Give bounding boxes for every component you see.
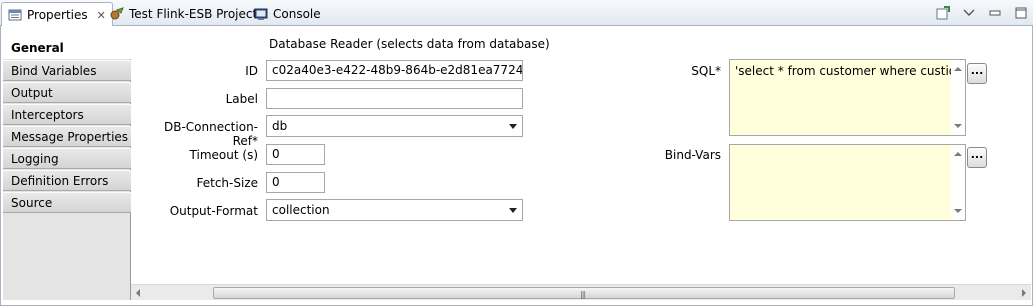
nav-item-message-properties[interactable]: Message Properties xyxy=(3,126,131,147)
nav-item-interceptors[interactable]: Interceptors xyxy=(3,104,131,125)
view-tab-bar: Properties ✕ Test Flink-ESB Project Cons… xyxy=(0,0,1033,27)
output-format-label: Output-Format xyxy=(169,204,258,218)
horizontal-scrollbar[interactable]: ||| xyxy=(131,284,1031,300)
section-nav: General Bind Variables Output Intercepto… xyxy=(3,38,132,300)
console-icon xyxy=(254,7,268,21)
db-connection-label: DB-Connection-Ref* xyxy=(163,120,258,148)
id-field[interactable]: c02a40e3-e422-48b9-864b-e2d81ea77246 xyxy=(266,60,523,81)
bind-vars-browse-button[interactable]: ... xyxy=(967,147,987,168)
sql-text: 'select * from customer where custid=?' xyxy=(735,64,979,78)
project-icon xyxy=(110,7,124,21)
section-heading: Database Reader (selects data from datab… xyxy=(269,37,550,51)
label-field[interactable] xyxy=(266,88,523,109)
bind-vars-scrollbar[interactable] xyxy=(951,145,965,220)
db-connection-value: db xyxy=(272,119,288,133)
nav-item-definition-errors[interactable]: Definition Errors xyxy=(3,170,131,191)
sql-label: SQL* xyxy=(691,64,721,78)
tab-label: Properties xyxy=(27,8,88,22)
properties-panel: General Bind Variables Output Intercepto… xyxy=(0,26,1033,306)
timeout-field[interactable]: 0 xyxy=(266,144,325,165)
output-format-select[interactable]: collection xyxy=(266,199,523,221)
view-toolbar xyxy=(935,3,1029,23)
tab-label: Test Flink-ESB Project xyxy=(129,7,258,21)
sql-editor[interactable]: 'select * from customer where custid=?' xyxy=(729,59,979,136)
label-label: Label xyxy=(225,92,258,106)
tab-console[interactable]: Console xyxy=(248,2,327,26)
fetch-size-label: Fetch-Size xyxy=(196,176,259,190)
scrollbar-thumb[interactable]: ||| xyxy=(213,287,955,299)
tab-properties[interactable]: Properties ✕ xyxy=(1,2,113,27)
fetch-size-field[interactable]: 0 xyxy=(266,172,325,193)
db-connection-select[interactable]: db xyxy=(266,115,523,137)
bind-vars-editor[interactable] xyxy=(729,144,966,221)
tab-label: Console xyxy=(273,7,321,21)
minimize-icon[interactable] xyxy=(987,5,1003,21)
nav-item-output[interactable]: Output xyxy=(3,82,131,103)
timeout-label: Timeout (s) xyxy=(189,148,258,162)
nav-item-logging[interactable]: Logging xyxy=(3,148,131,169)
nav-item-source[interactable]: Source xyxy=(3,192,131,213)
properties-view-icon xyxy=(8,8,22,22)
chevron-down-icon xyxy=(509,124,517,129)
id-label: ID xyxy=(245,64,258,78)
pin-icon[interactable] xyxy=(935,5,951,21)
view-menu-icon[interactable] xyxy=(961,5,977,21)
maximize-icon[interactable] xyxy=(1013,5,1029,21)
scroll-left-icon[interactable] xyxy=(136,289,140,297)
nav-item-general[interactable]: General xyxy=(3,38,132,59)
bind-vars-label: Bind-Vars xyxy=(664,148,721,162)
chevron-down-icon xyxy=(509,208,517,213)
sql-scrollbar[interactable] xyxy=(951,60,965,135)
sql-browse-button[interactable]: ... xyxy=(967,63,987,84)
output-format-value: collection xyxy=(272,203,330,217)
scroll-right-icon[interactable] xyxy=(1022,289,1026,297)
nav-item-bind-variables[interactable]: Bind Variables xyxy=(3,60,131,81)
tab-project[interactable]: Test Flink-ESB Project xyxy=(104,2,263,26)
